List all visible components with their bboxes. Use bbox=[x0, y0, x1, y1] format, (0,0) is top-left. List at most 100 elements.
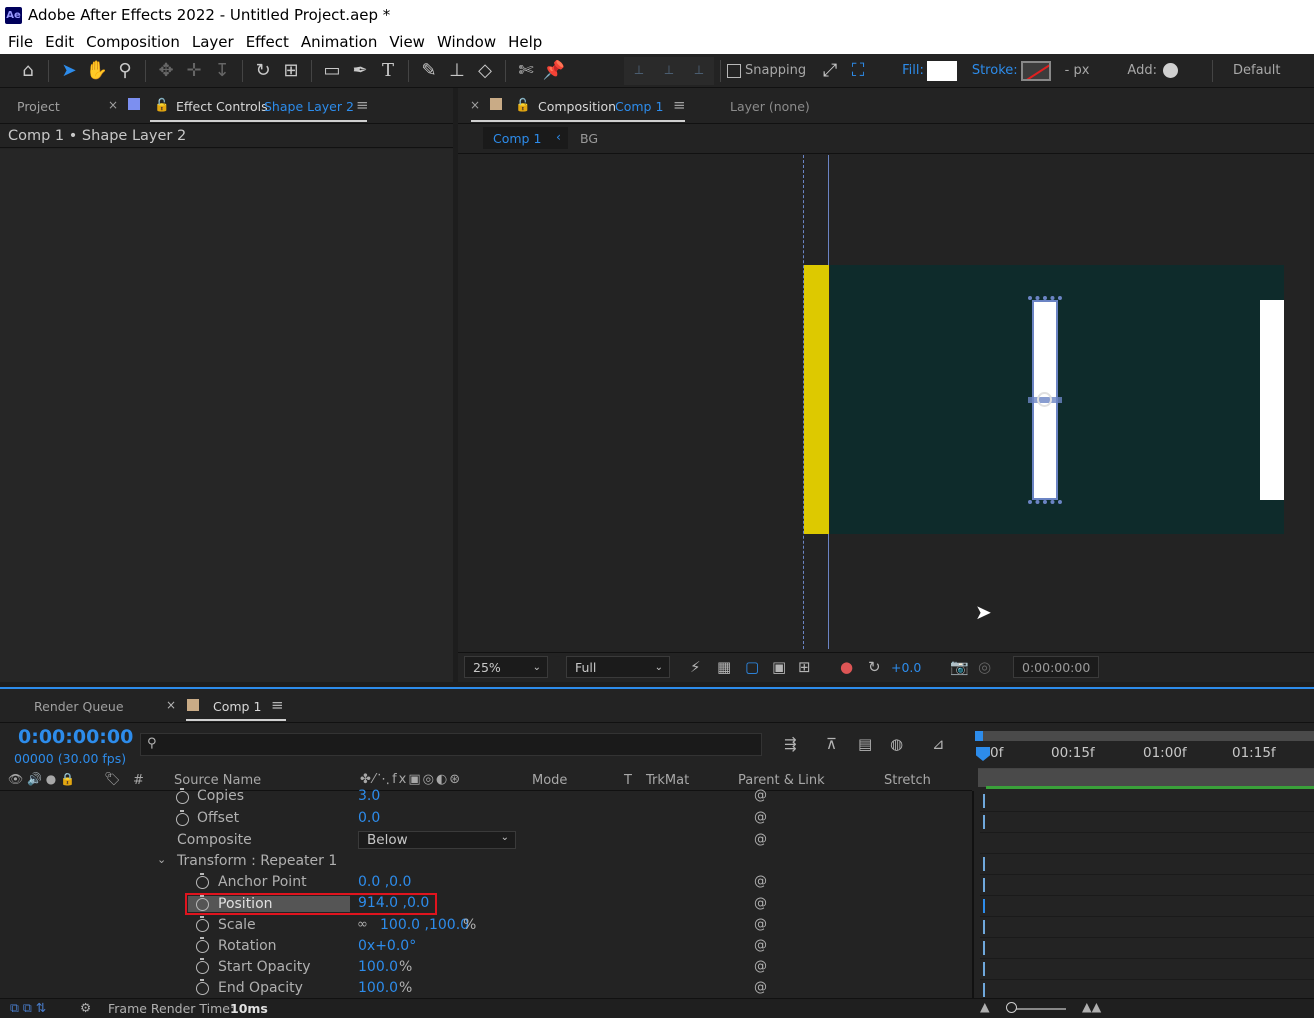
exposure-value[interactable]: +0.0 bbox=[891, 660, 921, 675]
property-row-anchor-point[interactable]: Anchor Point 0.0 ,0.0 @ bbox=[0, 872, 972, 893]
hand-tool-icon[interactable]: ✋ bbox=[83, 57, 111, 85]
breadcrumb-bg[interactable]: BG bbox=[580, 131, 598, 146]
stopwatch-icon[interactable] bbox=[196, 873, 209, 889]
transparency-grid-icon[interactable]: ▦ bbox=[717, 658, 731, 676]
zoom-tool-icon[interactable]: ⚲ bbox=[111, 57, 139, 85]
zoom-slider-thumb[interactable] bbox=[1006, 1002, 1017, 1013]
snap-option-icon[interactable]: ⤢ bbox=[816, 57, 844, 85]
channels-icon[interactable]: ● bbox=[840, 658, 853, 676]
view-axis-icon[interactable]: ⟂ bbox=[695, 63, 704, 78]
menu-layer[interactable]: Layer bbox=[192, 33, 234, 51]
graph-editor-icon[interactable]: ⊿ bbox=[932, 735, 945, 753]
stopwatch-icon[interactable] bbox=[196, 895, 209, 911]
zoom-out-icon[interactable]: ▲ bbox=[980, 999, 990, 1014]
mask-visibility-icon[interactable]: ▢ bbox=[745, 658, 759, 676]
layer-search-input[interactable]: ⚲ bbox=[140, 733, 762, 756]
property-row-end-opacity[interactable]: End Opacity 100.0 % @ bbox=[0, 978, 972, 999]
stopwatch-icon[interactable] bbox=[196, 916, 209, 932]
property-value[interactable]: 0x+0.0° bbox=[358, 938, 416, 954]
tab-layer[interactable]: Layer (none) bbox=[730, 99, 810, 114]
av-switches-icon[interactable]: 👁 🔊 ● 🔒 bbox=[8, 772, 75, 786]
show-snapshot-icon[interactable]: ◎ bbox=[978, 658, 991, 676]
panel-menu-icon[interactable]: ≡ bbox=[673, 96, 686, 114]
bbox-handles-top[interactable] bbox=[1028, 296, 1062, 304]
dolly-camera-icon[interactable]: ↧ bbox=[208, 57, 236, 85]
constrain-proportions-icon[interactable]: ∞ bbox=[357, 917, 368, 932]
menu-help[interactable]: Help bbox=[508, 33, 542, 51]
pan-camera-icon[interactable]: ✛ bbox=[180, 57, 208, 85]
draft-3d-icon[interactable]: ⊼ bbox=[826, 735, 837, 753]
property-value[interactable]: 0.0 bbox=[358, 810, 380, 826]
work-area-bar[interactable] bbox=[978, 731, 1314, 741]
menu-effect[interactable]: Effect bbox=[246, 33, 289, 51]
composition-viewer[interactable]: ➤ bbox=[460, 155, 1314, 649]
zoom-dropdown[interactable]: 25% ⌄ bbox=[464, 656, 548, 678]
snap-features-icon[interactable]: ⛶ bbox=[844, 57, 872, 85]
footer-toggle-icons[interactable]: ⧉ ⧉ ⇅ bbox=[10, 1000, 46, 1016]
zoom-in-icon[interactable]: ▲▲ bbox=[1082, 999, 1101, 1014]
composition-tab-name[interactable]: Comp 1 bbox=[615, 99, 663, 114]
close-tab-icon[interactable]: × bbox=[470, 98, 480, 112]
lock-icon[interactable]: 🔓 bbox=[154, 97, 170, 113]
menu-animation[interactable]: Animation bbox=[301, 33, 377, 51]
time-ruler[interactable]: 0f 00:15f 01:00f 01:15f bbox=[978, 745, 1314, 769]
property-row-scale[interactable]: Scale ∞ 100.0 ,100.0 % @ bbox=[0, 915, 972, 936]
home-icon[interactable]: ⌂ bbox=[14, 57, 42, 85]
region-of-interest-icon[interactable]: ▣ bbox=[772, 658, 786, 676]
label-tag-icon[interactable]: 🏷 bbox=[104, 772, 121, 787]
property-value[interactable]: 3.0 bbox=[358, 788, 380, 804]
effect-controls-target[interactable]: Shape Layer 2 bbox=[264, 99, 354, 114]
stopwatch-icon[interactable] bbox=[196, 979, 209, 995]
stroke-label[interactable]: Stroke: bbox=[972, 63, 1018, 78]
property-row-offset[interactable]: Offset 0.0 @ bbox=[0, 809, 972, 830]
property-row-rotation[interactable]: Rotation 0x+0.0° @ bbox=[0, 936, 972, 957]
property-value[interactable]: 0.0 ,0.0 bbox=[358, 874, 411, 890]
puppet-pin-tool-icon[interactable]: 📌 bbox=[540, 57, 568, 85]
local-axis-icon[interactable]: ⟂ bbox=[635, 63, 644, 78]
stopwatch-icon[interactable] bbox=[176, 788, 189, 804]
stroke-swatch[interactable] bbox=[1020, 60, 1051, 81]
stroke-width-value[interactable]: - px bbox=[1065, 63, 1090, 78]
motion-blur-icon[interactable]: ◍ bbox=[890, 735, 903, 753]
tab-project[interactable]: Project bbox=[17, 99, 60, 114]
pickwhip-icon[interactable]: @ bbox=[754, 788, 767, 803]
property-group-transform-repeater[interactable]: ⌄ Transform : Repeater 1 bbox=[0, 851, 972, 872]
clone-stamp-tool-icon[interactable]: ⊥ bbox=[443, 57, 471, 85]
grid-guides-icon[interactable]: ⊞ bbox=[798, 658, 811, 676]
pickwhip-icon[interactable]: @ bbox=[754, 917, 767, 932]
pan-behind-tool-icon[interactable]: ⊞ bbox=[277, 57, 305, 85]
property-value[interactable]: 100.0 bbox=[358, 959, 398, 975]
fill-swatch[interactable] bbox=[926, 60, 957, 81]
pickwhip-icon[interactable]: @ bbox=[754, 832, 767, 847]
panel-menu-icon[interactable]: ≡ bbox=[356, 96, 369, 114]
composite-dropdown[interactable]: Below ⌄ bbox=[358, 831, 516, 849]
tab-composition[interactable]: Composition bbox=[538, 99, 616, 114]
pickwhip-icon[interactable]: @ bbox=[754, 938, 767, 953]
pickwhip-icon[interactable]: @ bbox=[754, 896, 767, 911]
property-row-start-opacity[interactable]: Start Opacity 100.0 % @ bbox=[0, 957, 972, 978]
menu-composition[interactable]: Composition bbox=[86, 33, 180, 51]
current-time-display[interactable]: 0:00:00:00 bbox=[1013, 656, 1099, 678]
pen-tool-icon[interactable]: ✒ bbox=[346, 57, 374, 85]
selection-tool-icon[interactable]: ➤ bbox=[55, 57, 83, 85]
add-menu-icon[interactable] bbox=[1162, 63, 1178, 78]
menu-window[interactable]: Window bbox=[437, 33, 496, 51]
work-area-start-handle[interactable] bbox=[975, 731, 983, 741]
frame-blending-icon[interactable]: ▤ bbox=[858, 735, 872, 753]
menu-file[interactable]: File bbox=[8, 33, 33, 51]
orbit-camera-icon[interactable]: ✥ bbox=[152, 57, 180, 85]
type-tool-icon[interactable]: T bbox=[374, 57, 402, 85]
tab-comp1-timeline[interactable]: Comp 1 bbox=[213, 699, 261, 714]
tab-effect-controls[interactable]: Effect Controls bbox=[176, 99, 268, 114]
panel-menu-icon[interactable]: ≡ bbox=[271, 696, 284, 714]
snapping-checkbox[interactable] bbox=[727, 63, 741, 78]
stopwatch-icon[interactable] bbox=[196, 937, 209, 953]
close-tab-icon[interactable]: × bbox=[166, 698, 176, 712]
col-source-name[interactable]: Source Name bbox=[174, 773, 261, 788]
snapshot-icon[interactable]: 📷 bbox=[950, 658, 969, 676]
pickwhip-icon[interactable]: @ bbox=[754, 980, 767, 995]
world-axis-icon[interactable]: ⟂ bbox=[665, 63, 674, 78]
breadcrumb-comp1[interactable]: Comp 1 bbox=[493, 131, 541, 146]
pickwhip-icon[interactable]: @ bbox=[754, 874, 767, 889]
pickwhip-icon[interactable]: @ bbox=[754, 959, 767, 974]
